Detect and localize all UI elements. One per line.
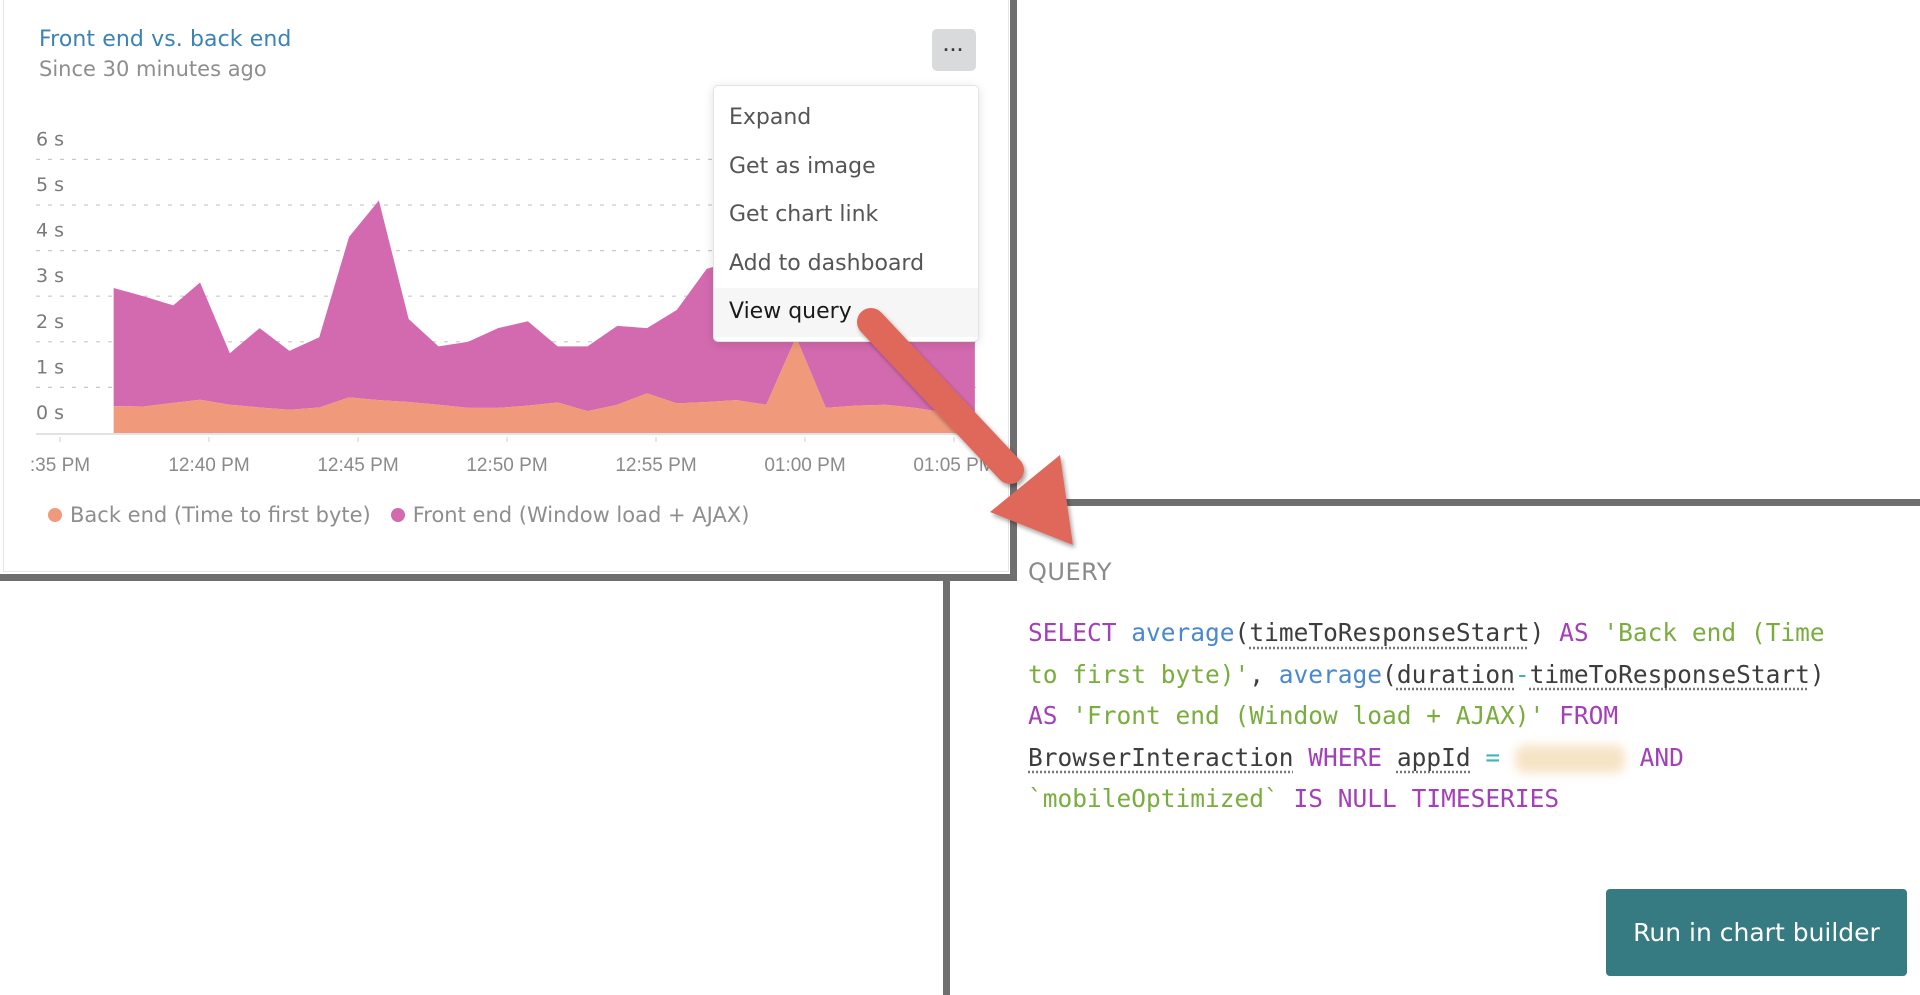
attr-app-id: appId <box>1396 742 1471 772</box>
divider-vertical-bottom <box>943 574 950 995</box>
attr-time-to-response-start-2: timeToResponseStart <box>1529 659 1810 689</box>
x-tick-label: 12:45 PM <box>317 455 398 476</box>
chart-context-menu: Expand Get as image Get chart link Add t… <box>713 85 979 342</box>
kw-as-1: AS <box>1559 618 1589 647</box>
menu-item-expand[interactable]: Expand <box>714 94 978 143</box>
x-tick-label: 12:50 PM <box>466 455 547 476</box>
y-tick-label: 1 s <box>36 356 64 378</box>
kw-where: WHERE <box>1308 742 1383 772</box>
kw-timeseries: TIMESERIES <box>1411 784 1560 813</box>
y-tick-label: 6 s <box>36 128 64 150</box>
legend-label-back-end: Back end (Time to first byte) <box>70 503 371 527</box>
event-type: BrowserInteraction <box>1028 742 1294 772</box>
run-in-chart-builder-button[interactable]: Run in chart builder <box>1606 889 1907 976</box>
menu-item-add-to-dashboard[interactable]: Add to dashboard <box>714 240 978 289</box>
alias-back-end-a: 'Back end (Time <box>1603 618 1825 647</box>
menu-item-get-as-image[interactable]: Get as image <box>714 143 978 192</box>
query-text[interactable]: SELECT average(timeToResponseStart) AS '… <box>1028 612 1908 820</box>
divider-horizontal-left <box>0 574 1017 581</box>
comma: , <box>1249 659 1279 689</box>
paren-open-2: ( <box>1382 659 1397 689</box>
menu-item-view-query[interactable]: View query <box>714 288 978 337</box>
legend-label-front-end: Front end (Window load + AJAX) <box>412 503 750 527</box>
legend-item-front-end[interactable]: Front end (Window load + AJAX) <box>390 503 750 527</box>
alias-front-end: 'Front end (Window load + AJAX)' <box>1072 701 1545 730</box>
menu-item-get-chart-link[interactable]: Get chart link <box>714 191 978 240</box>
kw-and: AND <box>1639 742 1684 772</box>
legend-item-back-end[interactable]: Back end (Time to first byte) <box>48 503 371 527</box>
chart-card: Front end vs. back end Since 30 minutes … <box>3 0 1009 572</box>
attr-mobile-optimized: `mobileOptimized` <box>1028 784 1279 813</box>
kw-from: FROM <box>1559 701 1619 730</box>
paren-close-1: ) <box>1529 618 1545 647</box>
x-tick-label: 12:55 PM <box>615 455 696 476</box>
op-minus: - <box>1514 659 1530 689</box>
kw-is-null: IS NULL <box>1293 784 1397 813</box>
query-label: QUERY <box>1028 558 1112 586</box>
y-tick-label: 2 s <box>36 311 64 333</box>
y-tick-label: 5 s <box>36 174 64 196</box>
kw-select: SELECT <box>1028 618 1117 647</box>
redacted-app-id <box>1514 744 1625 773</box>
x-tick-label: 12:40 PM <box>168 455 249 476</box>
y-tick-label: 3 s <box>36 265 64 287</box>
chart-legend: Back end (Time to first byte) Front end … <box>48 503 749 527</box>
x-tick-label: :35 PM <box>30 455 90 476</box>
y-tick-label: 4 s <box>36 220 64 242</box>
divider-vertical-top <box>1010 0 1017 581</box>
alias-back-end-b: to first byte)' <box>1028 659 1250 689</box>
op-equals: = <box>1485 742 1501 772</box>
paren-close-2: ) <box>1809 659 1825 689</box>
legend-dot-back-end <box>48 508 62 522</box>
legend-dot-front-end <box>390 508 405 522</box>
attr-time-to-response-start-1: timeToResponseStart <box>1249 618 1530 647</box>
fn-average-1: average <box>1131 618 1235 647</box>
attr-duration: duration <box>1396 659 1515 689</box>
fn-average-2: average <box>1278 659 1383 689</box>
x-tick-label: 01:00 PM <box>764 455 845 476</box>
divider-horizontal-right <box>1060 499 1920 506</box>
x-tick-label: 01:05 PM <box>913 455 994 476</box>
y-tick-label: 0 s <box>36 402 64 424</box>
paren-open-1: ( <box>1234 618 1250 647</box>
kw-as-2: AS <box>1028 701 1058 730</box>
